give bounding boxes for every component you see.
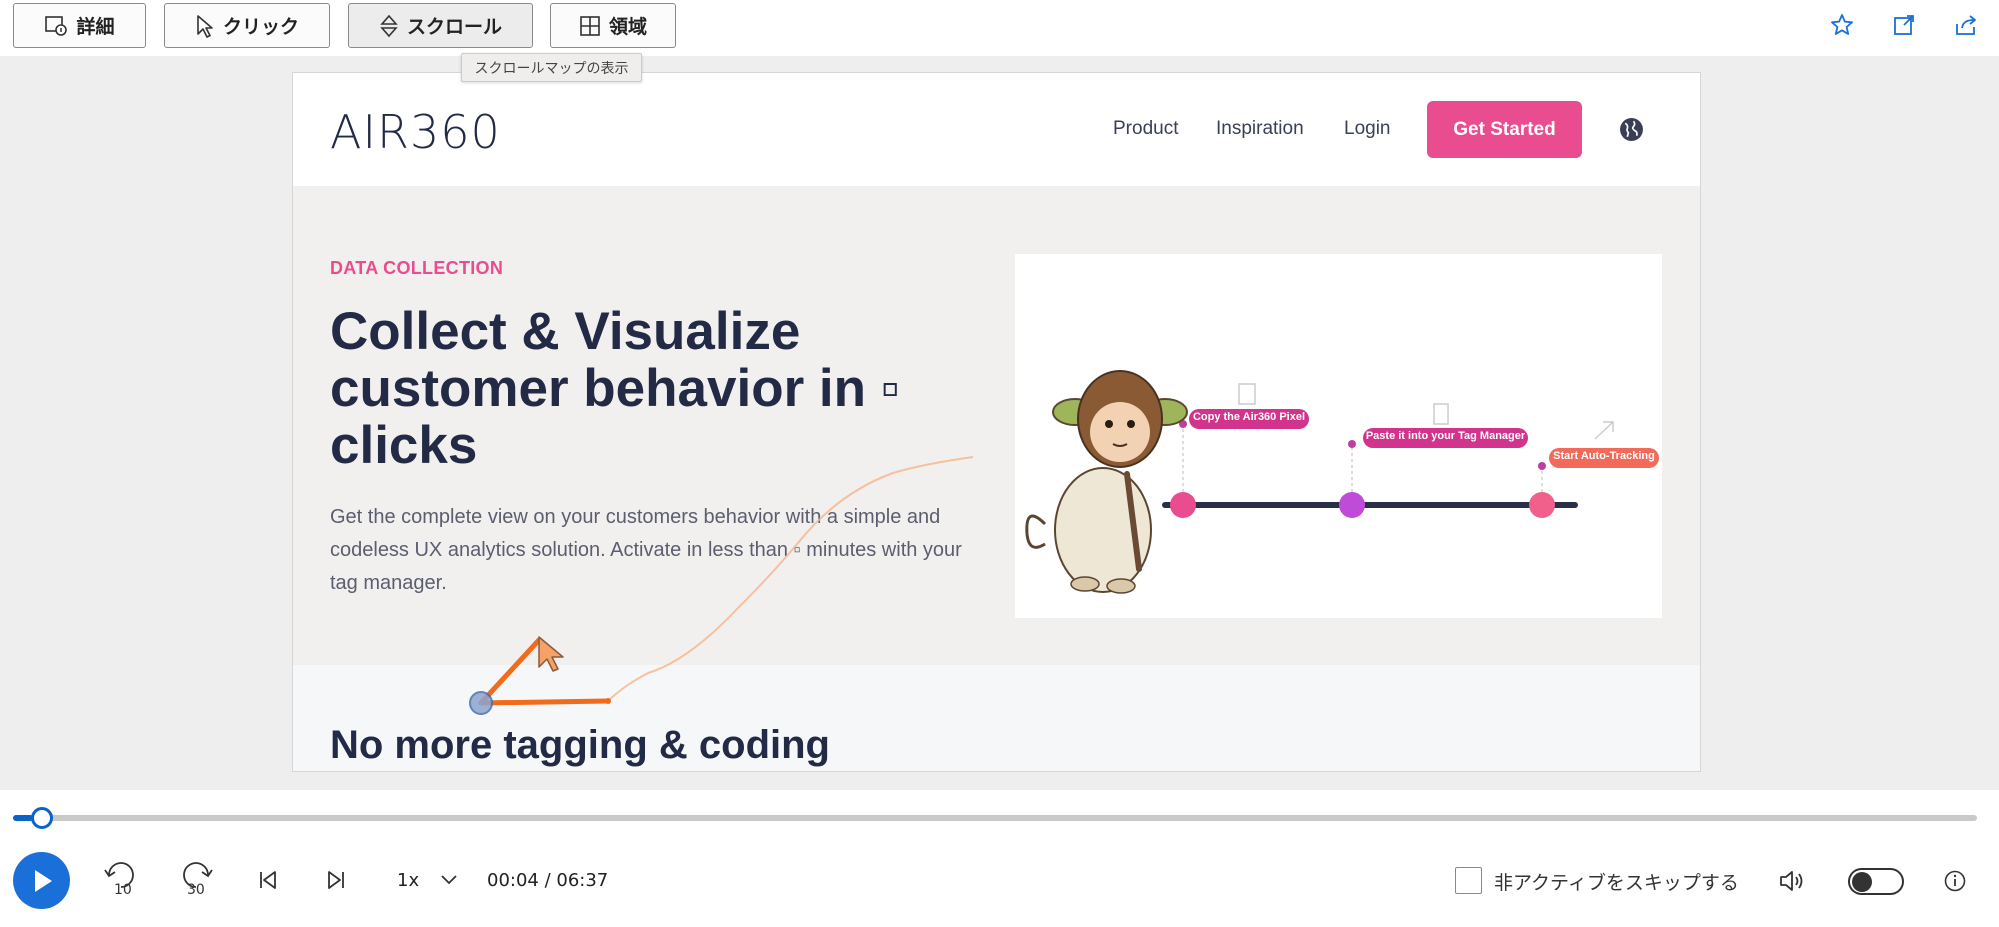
open-external-button[interactable] xyxy=(1891,12,1917,38)
nav-inspiration[interactable]: Inspiration xyxy=(1216,118,1304,140)
logo-text: AIR xyxy=(330,105,410,159)
speed-value[interactable]: 1x xyxy=(397,870,419,891)
timeline-track[interactable] xyxy=(13,815,1977,821)
site-header: AIR360 Product Inspiration Login Get Sta… xyxy=(293,73,1700,186)
scroll-map-button[interactable]: スクロール xyxy=(348,3,533,48)
scroll-map-label: スクロール xyxy=(406,16,502,38)
area-map-label: 領域 xyxy=(608,16,647,38)
next-button[interactable] xyxy=(324,868,348,892)
globe-icon[interactable] xyxy=(1619,117,1644,142)
forward-label: 30 xyxy=(187,882,205,898)
forward-30-button[interactable]: 30 xyxy=(178,860,214,900)
player-controls: 10 30 1x 00:04 / 06:37 非アクティブをスキップする xyxy=(0,790,1999,927)
area-map-button[interactable]: 領域 xyxy=(550,3,676,48)
toggle-knob xyxy=(1852,872,1872,892)
step-2-label: Paste it into your Tag Manager xyxy=(1365,430,1526,442)
area-grid-icon xyxy=(580,15,600,36)
step-3-label: Start Auto-Tracking xyxy=(1553,450,1655,462)
nav-product[interactable]: Product xyxy=(1113,118,1178,140)
share-icon xyxy=(1956,15,1976,35)
details-label: 詳細 xyxy=(76,16,115,38)
air360-logo[interactable]: AIR360 xyxy=(330,105,501,159)
step-1-label: Copy the Air360 Pixel xyxy=(1192,411,1306,423)
scroll-icon xyxy=(380,14,398,37)
rewind-label: 10 xyxy=(114,882,132,898)
info-button[interactable] xyxy=(1943,869,1967,893)
open-external-icon xyxy=(1894,15,1914,35)
volume-icon xyxy=(1780,871,1803,891)
time-display: 00:04 / 06:37 xyxy=(487,870,609,891)
rewind-10-button[interactable]: 10 xyxy=(103,860,139,900)
share-button[interactable] xyxy=(1953,12,1979,38)
details-button[interactable]: 詳細 xyxy=(13,3,146,48)
replay-stage: AIR360 Product Inspiration Login Get Sta… xyxy=(0,56,1999,790)
skip-inactive-checkbox[interactable] xyxy=(1455,867,1482,894)
logo-number: 360 xyxy=(410,105,501,159)
recorded-page-frame: AIR360 Product Inspiration Login Get Sta… xyxy=(292,72,1701,772)
previous-button[interactable] xyxy=(256,868,280,892)
star-icon xyxy=(1831,14,1853,35)
speed-dropdown[interactable] xyxy=(439,870,459,890)
replay-toolbar: 詳細 クリック スクロール 領域 xyxy=(0,0,1999,56)
play-icon xyxy=(34,869,52,892)
info-icon xyxy=(1944,870,1966,892)
section-title: No more tagging & coding xyxy=(330,723,830,767)
autoplay-toggle[interactable] xyxy=(1848,868,1904,895)
skip-previous-icon xyxy=(260,871,276,889)
timeline-thumb[interactable] xyxy=(31,807,53,829)
hero-headline: Collect & Visualize customer behavior in… xyxy=(330,302,900,475)
click-map-label: クリック xyxy=(222,16,299,38)
skip-next-icon xyxy=(328,871,344,889)
details-icon xyxy=(45,15,68,36)
onboarding-illustration: Copy the Air360 Pixel Paste it into your… xyxy=(1015,254,1662,618)
pointer-icon xyxy=(197,14,213,38)
hero-description: Get the complete view on your customers … xyxy=(330,506,962,594)
timeline-progress xyxy=(13,815,33,821)
eyebrow-text: DATA COLLECTION xyxy=(330,258,504,278)
chevron-down-icon xyxy=(441,875,457,885)
get-started-button[interactable]: Get Started xyxy=(1427,101,1582,158)
scroll-map-tooltip: スクロールマップの表示 xyxy=(461,53,642,82)
play-button[interactable] xyxy=(13,852,70,909)
skip-inactive-label: 非アクティブをスキップする xyxy=(1494,872,1739,894)
nav-login[interactable]: Login xyxy=(1344,118,1391,140)
illustration-graphic xyxy=(1025,370,1659,594)
favorite-button[interactable] xyxy=(1829,12,1855,38)
click-map-button[interactable]: クリック xyxy=(164,3,330,48)
volume-button[interactable] xyxy=(1778,867,1808,895)
